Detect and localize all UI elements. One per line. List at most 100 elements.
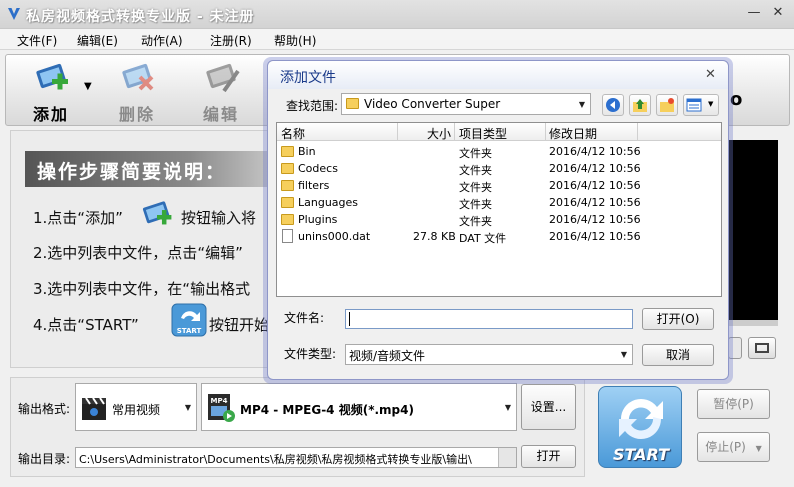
back-button[interactable]: [602, 94, 624, 116]
lookin-select[interactable]: Video Converter Super ▼: [341, 93, 591, 115]
svg-text:MP4: MP4: [211, 397, 228, 405]
add-dropdown-arrow[interactable]: ▼: [84, 81, 92, 92]
step-1-text-cont: 按钮输入将: [181, 209, 257, 227]
open-dir-button[interactable]: 打开: [521, 445, 576, 468]
file-date: 2016/4/12 10:56: [549, 162, 641, 175]
app-logo-icon: [8, 8, 20, 20]
add-button[interactable]: 添加: [16, 61, 86, 124]
file-name: unins000.dat: [298, 230, 371, 243]
new-folder-button[interactable]: [656, 94, 678, 116]
col-date[interactable]: 修改日期: [549, 125, 597, 142]
dialog-cancel-button[interactable]: 取消: [642, 344, 714, 366]
dir-dropdown[interactable]: [498, 448, 516, 467]
delete-button[interactable]: 删除: [102, 61, 172, 124]
add-file-dialog: 添加文件 ✕ 查找范围: Video Converter Super ▼ ▼ 名…: [267, 60, 729, 380]
clapperboard-icon: [82, 397, 106, 420]
up-folder-button[interactable]: [629, 94, 651, 116]
title-bar: 私房视频格式转换专业版 - 未注册 — ✕: [0, 0, 794, 29]
file-type: DAT 文件: [459, 232, 507, 245]
settings-button[interactable]: 设置...: [521, 384, 576, 430]
start-mini-icon: START: [171, 303, 207, 337]
chevron-down-icon: ▼: [504, 403, 511, 412]
file-name: Languages: [298, 196, 359, 209]
menu-help[interactable]: 帮助(H): [274, 32, 316, 49]
col-size[interactable]: 大小: [427, 125, 451, 142]
dialog-close-button[interactable]: ✕: [705, 67, 716, 82]
file-date: 2016/4/12 10:56: [549, 196, 641, 209]
folder-icon: [346, 98, 359, 109]
back-arrow-icon: [606, 98, 620, 112]
column-separator[interactable]: [397, 123, 398, 141]
start-button[interactable]: START: [598, 386, 682, 468]
file-name: filters: [298, 179, 330, 192]
stop-button[interactable]: 停止(P) ▼: [697, 432, 770, 462]
file-date: 2016/4/12 10:56: [549, 145, 641, 158]
view-menu-button[interactable]: ▼: [683, 94, 719, 116]
output-dir-value: C:\Users\Administrator\Documents\私房视频\私房…: [79, 453, 472, 466]
list-item[interactable]: filters 文件夹 2016/4/12 10:56: [277, 177, 721, 194]
file-icon: [282, 229, 293, 243]
list-item[interactable]: Bin 文件夹 2016/4/12 10:56: [277, 143, 721, 160]
col-type[interactable]: 项目类型: [459, 125, 507, 142]
pause-button[interactable]: 暂停(P): [697, 389, 770, 419]
folder-icon: [281, 214, 294, 225]
stop-label: 停止(P): [705, 440, 746, 454]
chevron-down-icon: ▼: [578, 100, 585, 109]
folder-icon: [281, 180, 294, 191]
convert-arrows-icon: [619, 399, 663, 439]
column-separator[interactable]: [454, 123, 455, 141]
filetype-label: 文件类型:: [284, 347, 337, 361]
step-4-text-cont: 按钮开始: [209, 316, 270, 334]
list-item[interactable]: Plugins 文件夹 2016/4/12 10:56: [277, 211, 721, 228]
dialog-open-button[interactable]: 打开(O): [642, 308, 714, 330]
column-separator[interactable]: [545, 123, 546, 141]
menu-file[interactable]: 文件(F): [17, 32, 57, 49]
chevron-down-icon: ▼: [755, 444, 762, 453]
lookin-value: Video Converter Super: [364, 97, 501, 111]
filename-label: 文件名:: [284, 311, 325, 325]
file-date: 2016/4/12 10:56: [549, 213, 641, 226]
col-name[interactable]: 名称: [281, 125, 305, 142]
chevron-down-icon: ▼: [184, 403, 191, 412]
folder-icon: [281, 163, 294, 174]
filetype-value: 视频/音频文件: [349, 349, 426, 363]
filetype-select[interactable]: 视频/音频文件 ▼: [345, 344, 633, 365]
minimize-button[interactable]: —: [744, 5, 764, 21]
fullscreen-button[interactable]: [748, 337, 776, 359]
output-dir-field[interactable]: C:\Users\Administrator\Documents\私房视频\私房…: [75, 447, 517, 468]
menu-bar: 文件(F) 编辑(E) 动作(A) 注册(R) 帮助(H): [0, 29, 794, 50]
up-folder-icon: [633, 99, 647, 112]
file-name: Bin: [298, 145, 316, 158]
chevron-down-icon: ▼: [620, 350, 627, 359]
add-film-icon: [36, 63, 68, 90]
output-dir-label: 输出目录:: [18, 452, 71, 466]
format-value: MP4 - MPEG-4 视频(*.mp4): [240, 403, 414, 417]
format-select[interactable]: MP4 MP4 - MPEG-4 视频(*.mp4) ▼: [201, 383, 517, 431]
file-name: Codecs: [298, 162, 338, 175]
menu-action[interactable]: 动作(A): [141, 32, 183, 49]
file-list-header: 名称 大小 项目类型 修改日期: [277, 123, 721, 141]
delete-film-icon: [122, 63, 154, 91]
chevron-down-icon: ▼: [708, 100, 714, 108]
file-list[interactable]: 名称 大小 项目类型 修改日期 Bin 文件夹 2016/4/12 10:56 …: [276, 122, 722, 297]
list-item[interactable]: Languages 文件夹 2016/4/12 10:56: [277, 194, 721, 211]
window-title: 私房视频格式转换专业版 - 未注册: [26, 9, 255, 25]
column-separator[interactable]: [637, 123, 638, 141]
menu-register[interactable]: 注册(R): [210, 32, 252, 49]
text-cursor: [349, 312, 350, 326]
edit-button[interactable]: 编辑: [186, 61, 256, 124]
fullscreen-icon: [755, 343, 769, 353]
output-format-label: 输出格式:: [18, 402, 71, 416]
menu-edit[interactable]: 编辑(E): [77, 32, 118, 49]
folder-icon: [281, 146, 294, 157]
step-4-text: 4.点击“START”: [33, 316, 139, 334]
category-select[interactable]: 常用视频 ▼: [75, 383, 197, 431]
view-list-icon: [686, 98, 702, 112]
dialog-title: 添加文件: [280, 70, 336, 86]
filename-input[interactable]: [345, 309, 633, 329]
dialog-title-bar: 添加文件 ✕: [268, 61, 728, 89]
close-button[interactable]: ✕: [768, 5, 788, 21]
list-item[interactable]: Codecs 文件夹 2016/4/12 10:56: [277, 160, 721, 177]
edit-label: 编辑: [202, 105, 239, 124]
list-item[interactable]: unins000.dat 27.8 KB DAT 文件 2016/4/12 10…: [277, 228, 721, 245]
